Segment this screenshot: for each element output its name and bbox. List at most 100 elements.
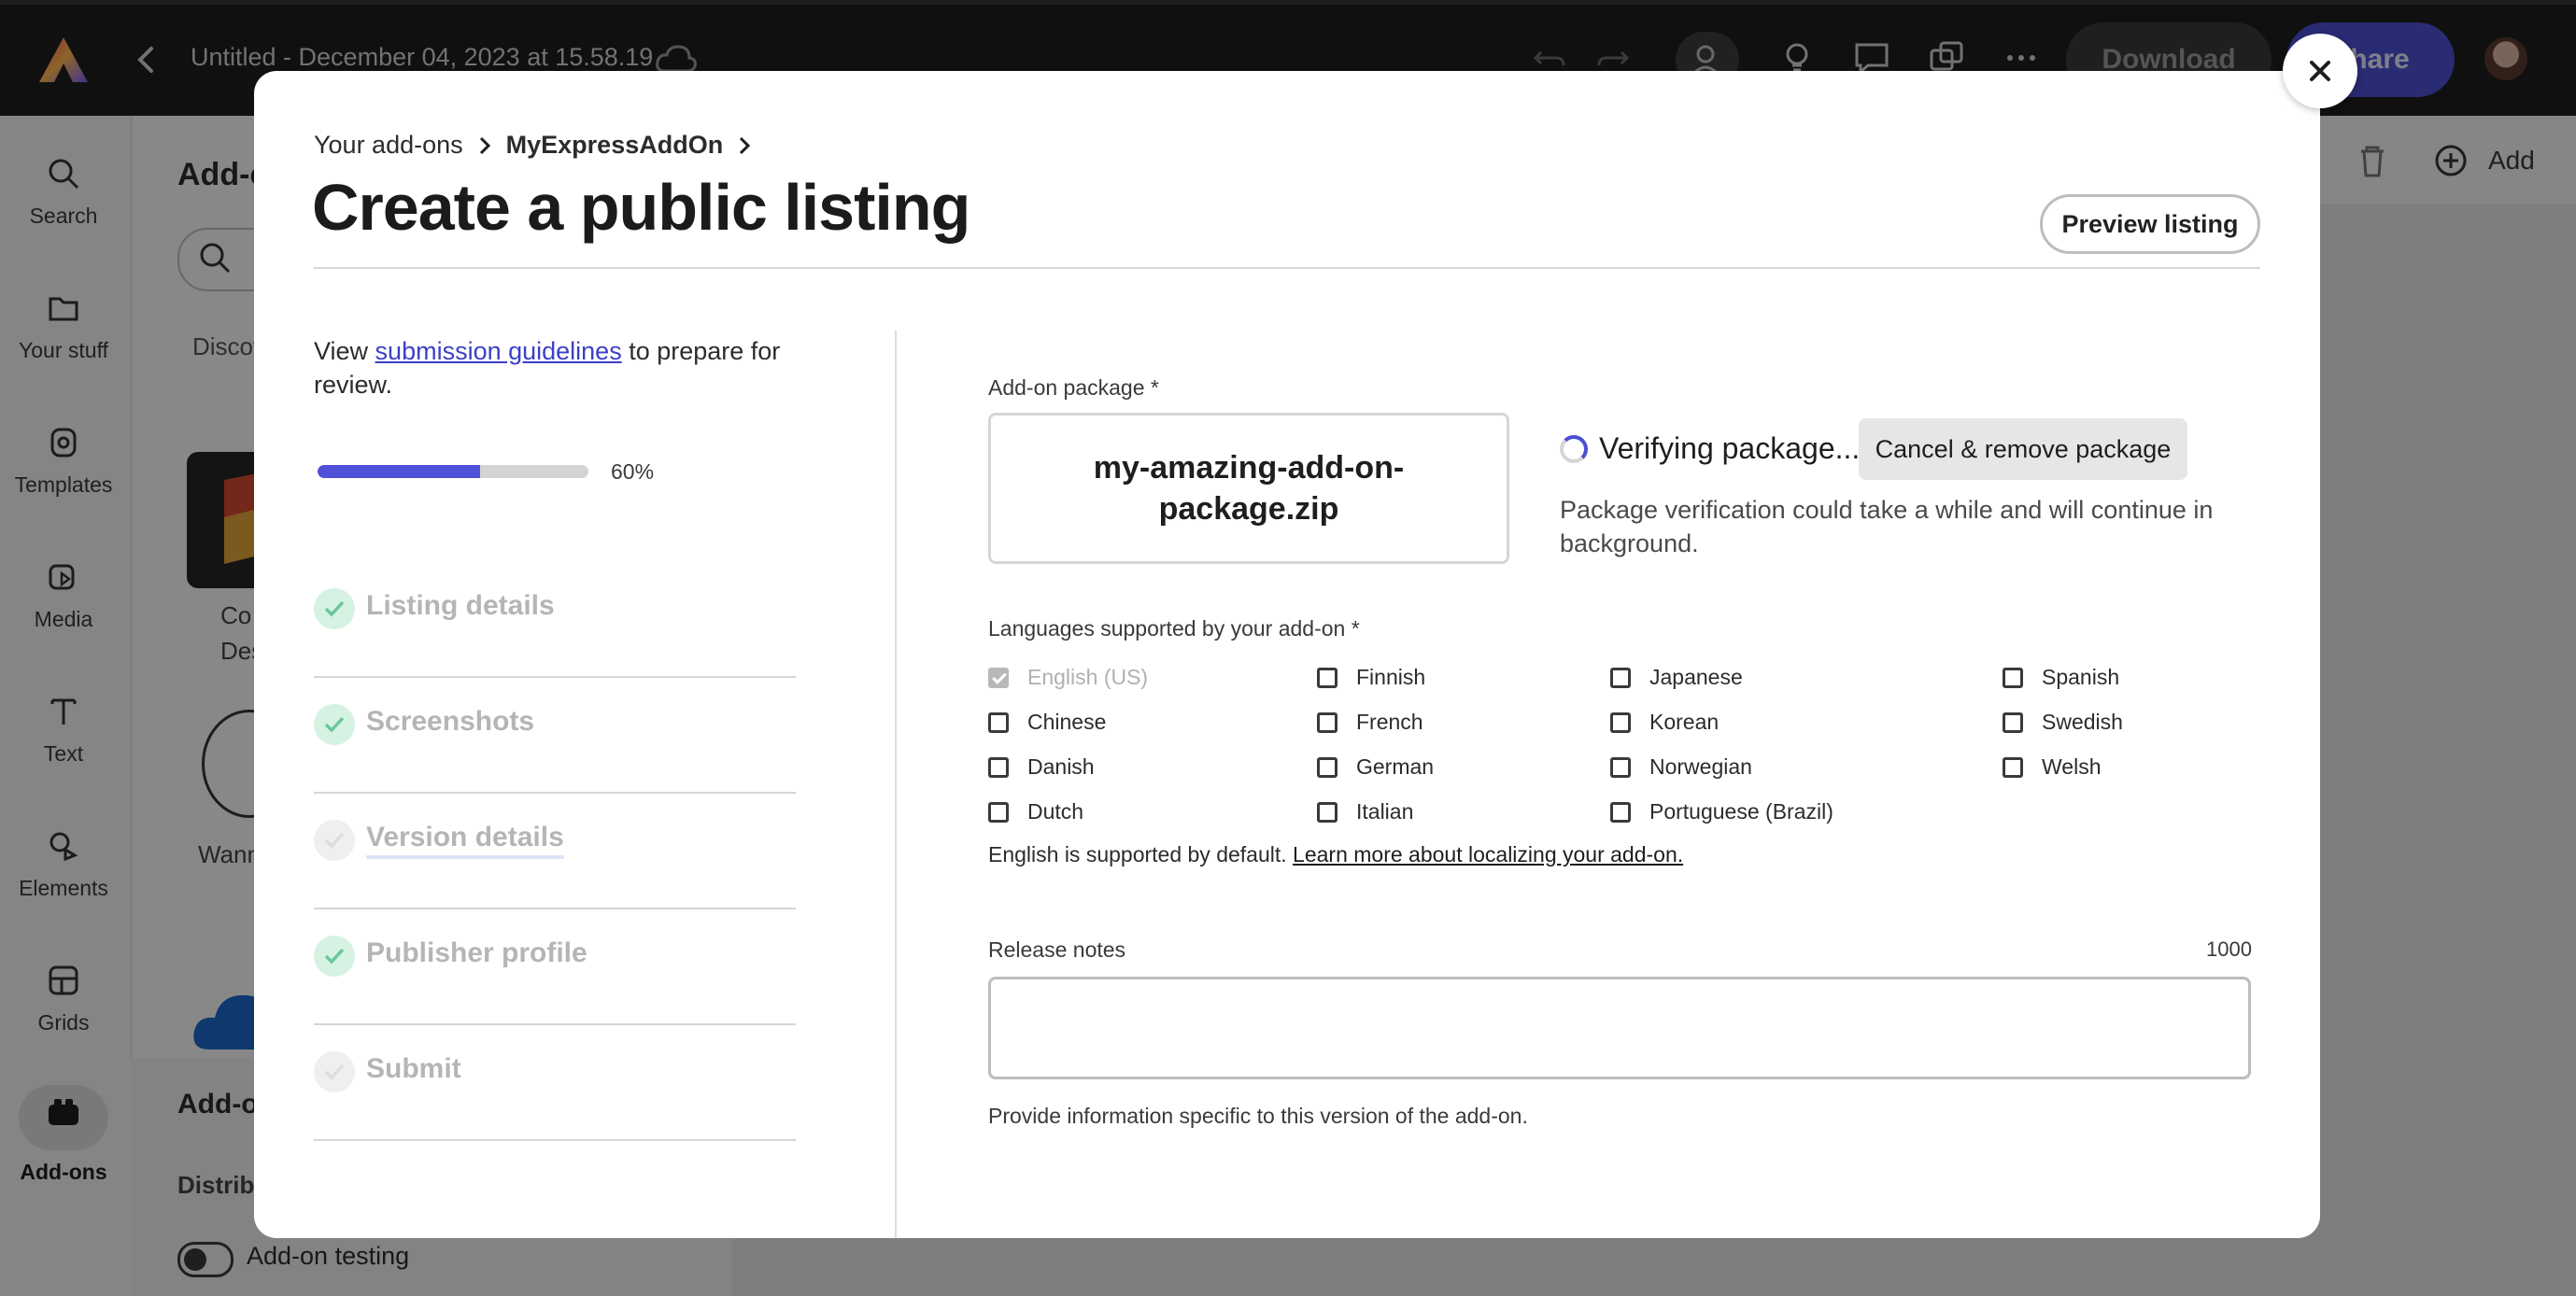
package-label-text: Add-on package	[988, 375, 1145, 400]
required-marker: *	[1351, 616, 1360, 641]
breadcrumb-your-addons[interactable]: Your add-ons	[314, 131, 463, 160]
package-file-dropzone[interactable]: my-amazing-add-on-package.zip	[988, 413, 1509, 564]
scrolled-off-text	[1281, 301, 1935, 312]
language-checkbox-danish[interactable]: Danish	[988, 754, 1095, 780]
language-label: Norwegian	[1649, 754, 1752, 779]
language-checkbox-english-us[interactable]: English (US)	[988, 665, 1148, 690]
checkbox-icon	[988, 756, 1009, 778]
step-label: Publisher profile	[366, 937, 587, 968]
language-label: Korean	[1649, 710, 1720, 734]
verification-note: Package verification could take a while …	[1560, 496, 2214, 557]
chevron-right-icon	[740, 136, 751, 154]
guidelines-text: View submission guidelines to prepare fo…	[314, 334, 800, 401]
checkbox-icon	[988, 801, 1009, 823]
checkbox-icon	[1610, 801, 1631, 823]
language-checkbox-welsh[interactable]: Welsh	[2003, 754, 2102, 780]
pending-check-icon	[314, 1051, 355, 1092]
step-label: Listing details	[366, 590, 555, 621]
language-label: Finnish	[1356, 665, 1426, 689]
package-filename-line2: package.zip	[1158, 491, 1339, 527]
guide-prefix: View	[314, 337, 375, 365]
language-label: Japanese	[1649, 665, 1743, 689]
progress-bar	[318, 465, 588, 478]
release-notes-input[interactable]	[988, 977, 2251, 1079]
submission-guidelines-link[interactable]: submission guidelines	[375, 337, 622, 365]
language-label: Dutch	[1027, 799, 1084, 824]
progress-bar-fill	[318, 465, 480, 478]
column-divider	[895, 331, 897, 1238]
release-notes-counter: 1000	[2206, 937, 2252, 961]
step-label: Version details	[366, 822, 564, 859]
language-label: German	[1356, 754, 1435, 779]
language-label: Spanish	[2042, 665, 2120, 689]
language-checkbox-spanish[interactable]: Spanish	[2003, 665, 2119, 690]
language-checkbox-dutch[interactable]: Dutch	[988, 799, 1083, 824]
checkbox-checked-icon	[988, 667, 1009, 688]
language-checkbox-japanese[interactable]: Japanese	[1610, 665, 1743, 690]
breadcrumb-current[interactable]: MyExpressAddOn	[506, 131, 724, 160]
release-notes-label: Release notes	[988, 937, 1126, 962]
language-checkbox-german[interactable]: German	[1317, 754, 1434, 780]
cancel-remove-package-button[interactable]: Cancel & remove package	[1859, 418, 2187, 480]
language-label: Welsh	[2042, 754, 2102, 779]
checkbox-icon	[1317, 667, 1338, 688]
language-label: Portuguese (Brazil)	[1649, 799, 1833, 824]
breadcrumb: Your add-ons MyExpressAddOn	[314, 131, 753, 160]
checkbox-icon	[1610, 667, 1631, 688]
language-checkbox-italian[interactable]: Italian	[1317, 799, 1413, 824]
step-screenshots[interactable]: Screenshots	[314, 676, 796, 794]
languages-label: Languages supported by your add-on *	[988, 616, 1360, 641]
language-checkbox-finnish[interactable]: Finnish	[1317, 665, 1425, 690]
release-notes-help: Provide information specific to this ver…	[988, 1104, 1528, 1128]
default-note-text: English is supported by default.	[988, 842, 1294, 866]
language-checkbox-swedish[interactable]: Swedish	[2003, 710, 2123, 735]
language-label: French	[1356, 710, 1423, 734]
step-listing-details[interactable]: Listing details	[314, 560, 796, 678]
language-label: English (US)	[1027, 665, 1149, 689]
learn-more-localizing-link[interactable]: Learn more about localizing your add-on.	[1293, 842, 1683, 866]
preview-listing-button[interactable]: Preview listing	[2040, 194, 2260, 254]
language-label: Danish	[1027, 754, 1095, 779]
language-checkbox-korean[interactable]: Korean	[1610, 710, 1719, 735]
check-circle-icon	[314, 704, 355, 745]
checkbox-icon	[1610, 756, 1631, 778]
language-checkbox-french[interactable]: French	[1317, 710, 1423, 735]
progress-percent: 60%	[611, 459, 655, 484]
language-checkbox-norwegian[interactable]: Norwegian	[1610, 754, 1752, 780]
step-label: Submit	[366, 1053, 461, 1084]
language-checkbox-chinese[interactable]: Chinese	[988, 710, 1106, 735]
checkbox-icon	[1317, 756, 1338, 778]
required-marker: *	[1150, 375, 1159, 400]
language-label: Italian	[1356, 799, 1414, 824]
close-dialog-button[interactable]	[2283, 34, 2357, 108]
check-circle-icon	[314, 936, 355, 977]
checkbox-icon	[2003, 711, 2023, 733]
language-checkbox-portuguese-brazil[interactable]: Portuguese (Brazil)	[1610, 799, 1833, 824]
language-label: Chinese	[1027, 710, 1107, 734]
checkbox-icon	[2003, 756, 2023, 778]
step-publisher-profile[interactable]: Publisher profile	[314, 908, 796, 1025]
languages-label-text: Languages supported by your add-on	[988, 616, 1346, 641]
page-title: Create a public listing	[312, 171, 970, 244]
step-label: Screenshots	[366, 706, 535, 737]
checkbox-icon	[1610, 711, 1631, 733]
checkbox-icon	[1317, 801, 1338, 823]
header-divider	[314, 267, 2260, 269]
verifying-status: Verifying package...	[1560, 431, 1860, 466]
checkbox-icon	[988, 711, 1009, 733]
checkbox-icon	[1317, 711, 1338, 733]
checkbox-icon	[2003, 667, 2023, 688]
package-label: Add-on package *	[988, 375, 1159, 401]
package-filename-line1: my-amazing-add-on-	[1093, 450, 1405, 486]
check-circle-icon	[314, 588, 355, 629]
language-label: Swedish	[2042, 710, 2123, 734]
close-icon	[2310, 61, 2330, 81]
default-language-note: English is supported by default. Learn m…	[988, 842, 1683, 867]
pending-check-icon	[314, 820, 355, 861]
step-version-details[interactable]: Version details	[314, 792, 796, 909]
step-submit[interactable]: Submit	[314, 1023, 796, 1141]
chevron-right-icon	[479, 136, 490, 154]
verifying-status-text: Verifying package...	[1599, 431, 1861, 465]
loading-spinner-icon	[1560, 434, 1588, 463]
create-listing-dialog: Your add-ons MyExpressAddOn Create a pub…	[254, 71, 2320, 1238]
